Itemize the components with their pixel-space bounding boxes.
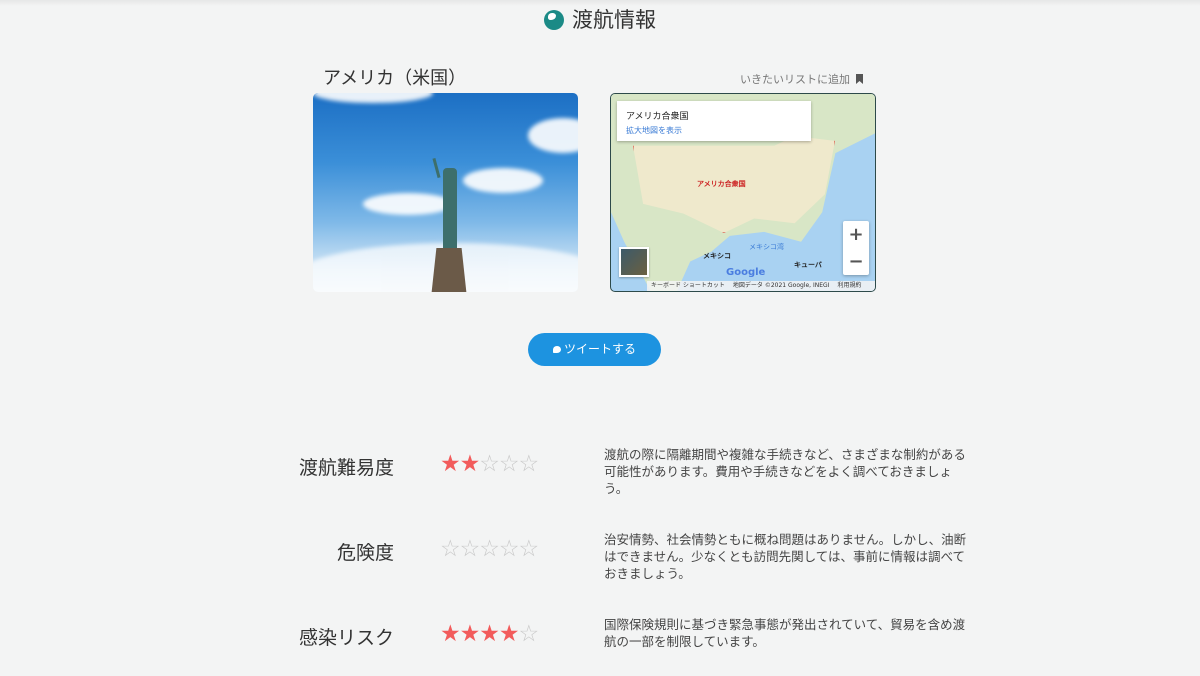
- bookmark-icon: [856, 74, 863, 84]
- star-empty-icon: ☆: [479, 536, 500, 562]
- rating-description: 国際保険規則に基づき緊急事態が発出されていて、貿易を含め渡航の一部を制限していま…: [604, 617, 966, 649]
- country-name: アメリカ（米国）: [323, 68, 467, 89]
- map-country-label: アメリカ合衆国: [697, 180, 746, 188]
- star-filled-icon: ★: [440, 621, 461, 647]
- star-filled-icon: ★: [459, 451, 481, 477]
- add-to-wishlist-link[interactable]: いきたいリストに追加: [740, 71, 863, 87]
- star-rating: ☆☆☆☆☆: [440, 536, 540, 562]
- map-info-box: アメリカ合衆国 拡大地図を表示: [617, 101, 811, 141]
- tweet-label: ツイートする: [563, 342, 636, 356]
- satellite-toggle[interactable]: [619, 247, 649, 277]
- rating-description: 渡航の際に隔離期間や複雑な手続きなど、さまざまな制約がある可能性があります。費用…: [604, 447, 966, 496]
- map-attribution: キーボード ショートカット 地図データ ©2021 Google, INEGI 利用…: [647, 281, 875, 291]
- star-filled-icon: ★: [479, 621, 500, 647]
- rating-label: 渡航難易度: [298, 457, 394, 479]
- destination-photo: [313, 93, 578, 292]
- view-larger-map-link[interactable]: 拡大地図を表示: [626, 125, 682, 136]
- tweet-button[interactable]: ツイートする: [528, 333, 661, 366]
- map-data-credit: 地図データ ©2021 Google, INEGI: [732, 282, 830, 289]
- star-empty-icon: ☆: [479, 451, 500, 477]
- page-title: 渡航情報: [572, 8, 656, 32]
- keyboard-shortcuts-link[interactable]: キーボード ショートカット: [651, 282, 725, 289]
- page-header: 渡航情報: [0, 6, 1200, 34]
- star-empty-icon: ☆: [518, 451, 540, 477]
- star-empty-icon: ☆: [498, 536, 520, 562]
- rating-label: 感染リスク: [298, 627, 394, 649]
- map-place-name: アメリカ合衆国: [626, 112, 689, 122]
- zoom-in-button[interactable]: +: [843, 221, 869, 248]
- star-rating: ★★☆☆☆: [440, 451, 540, 477]
- star-empty-icon: ☆: [498, 451, 520, 477]
- map-label-cuba: キューバ: [794, 261, 822, 269]
- google-logo: Google: [726, 267, 766, 278]
- rating-description: 治安情勢、社会情勢ともに概ね問題はありません。しかし、油断はできません。少なくと…: [604, 532, 967, 581]
- map-embed[interactable]: アメリカ合衆国 メキシコ メキシコ湾 キューバ アメリカ合衆国 拡大地図を表示 …: [610, 93, 876, 292]
- twitter-icon: [552, 346, 561, 353]
- star-filled-icon: ★: [440, 451, 461, 477]
- star-filled-icon: ★: [459, 621, 481, 647]
- terms-link[interactable]: 利用規約: [837, 282, 861, 289]
- zoom-out-button[interactable]: −: [843, 248, 869, 275]
- star-empty-icon: ☆: [440, 536, 461, 562]
- statue-silhouette: [443, 168, 457, 253]
- wishlist-label: いきたいリストに追加: [740, 73, 850, 86]
- map-label-gulf: メキシコ湾: [749, 243, 784, 251]
- rating-label: 危険度: [336, 542, 394, 564]
- map-label-mexico: メキシコ: [703, 252, 731, 260]
- globe-icon: [544, 10, 564, 30]
- map-zoom-control: + −: [843, 221, 869, 275]
- star-empty-icon: ☆: [459, 536, 481, 562]
- star-empty-icon: ☆: [518, 621, 540, 647]
- star-rating: ★★★★☆: [440, 621, 540, 647]
- star-filled-icon: ★: [498, 621, 520, 647]
- star-empty-icon: ☆: [518, 536, 540, 562]
